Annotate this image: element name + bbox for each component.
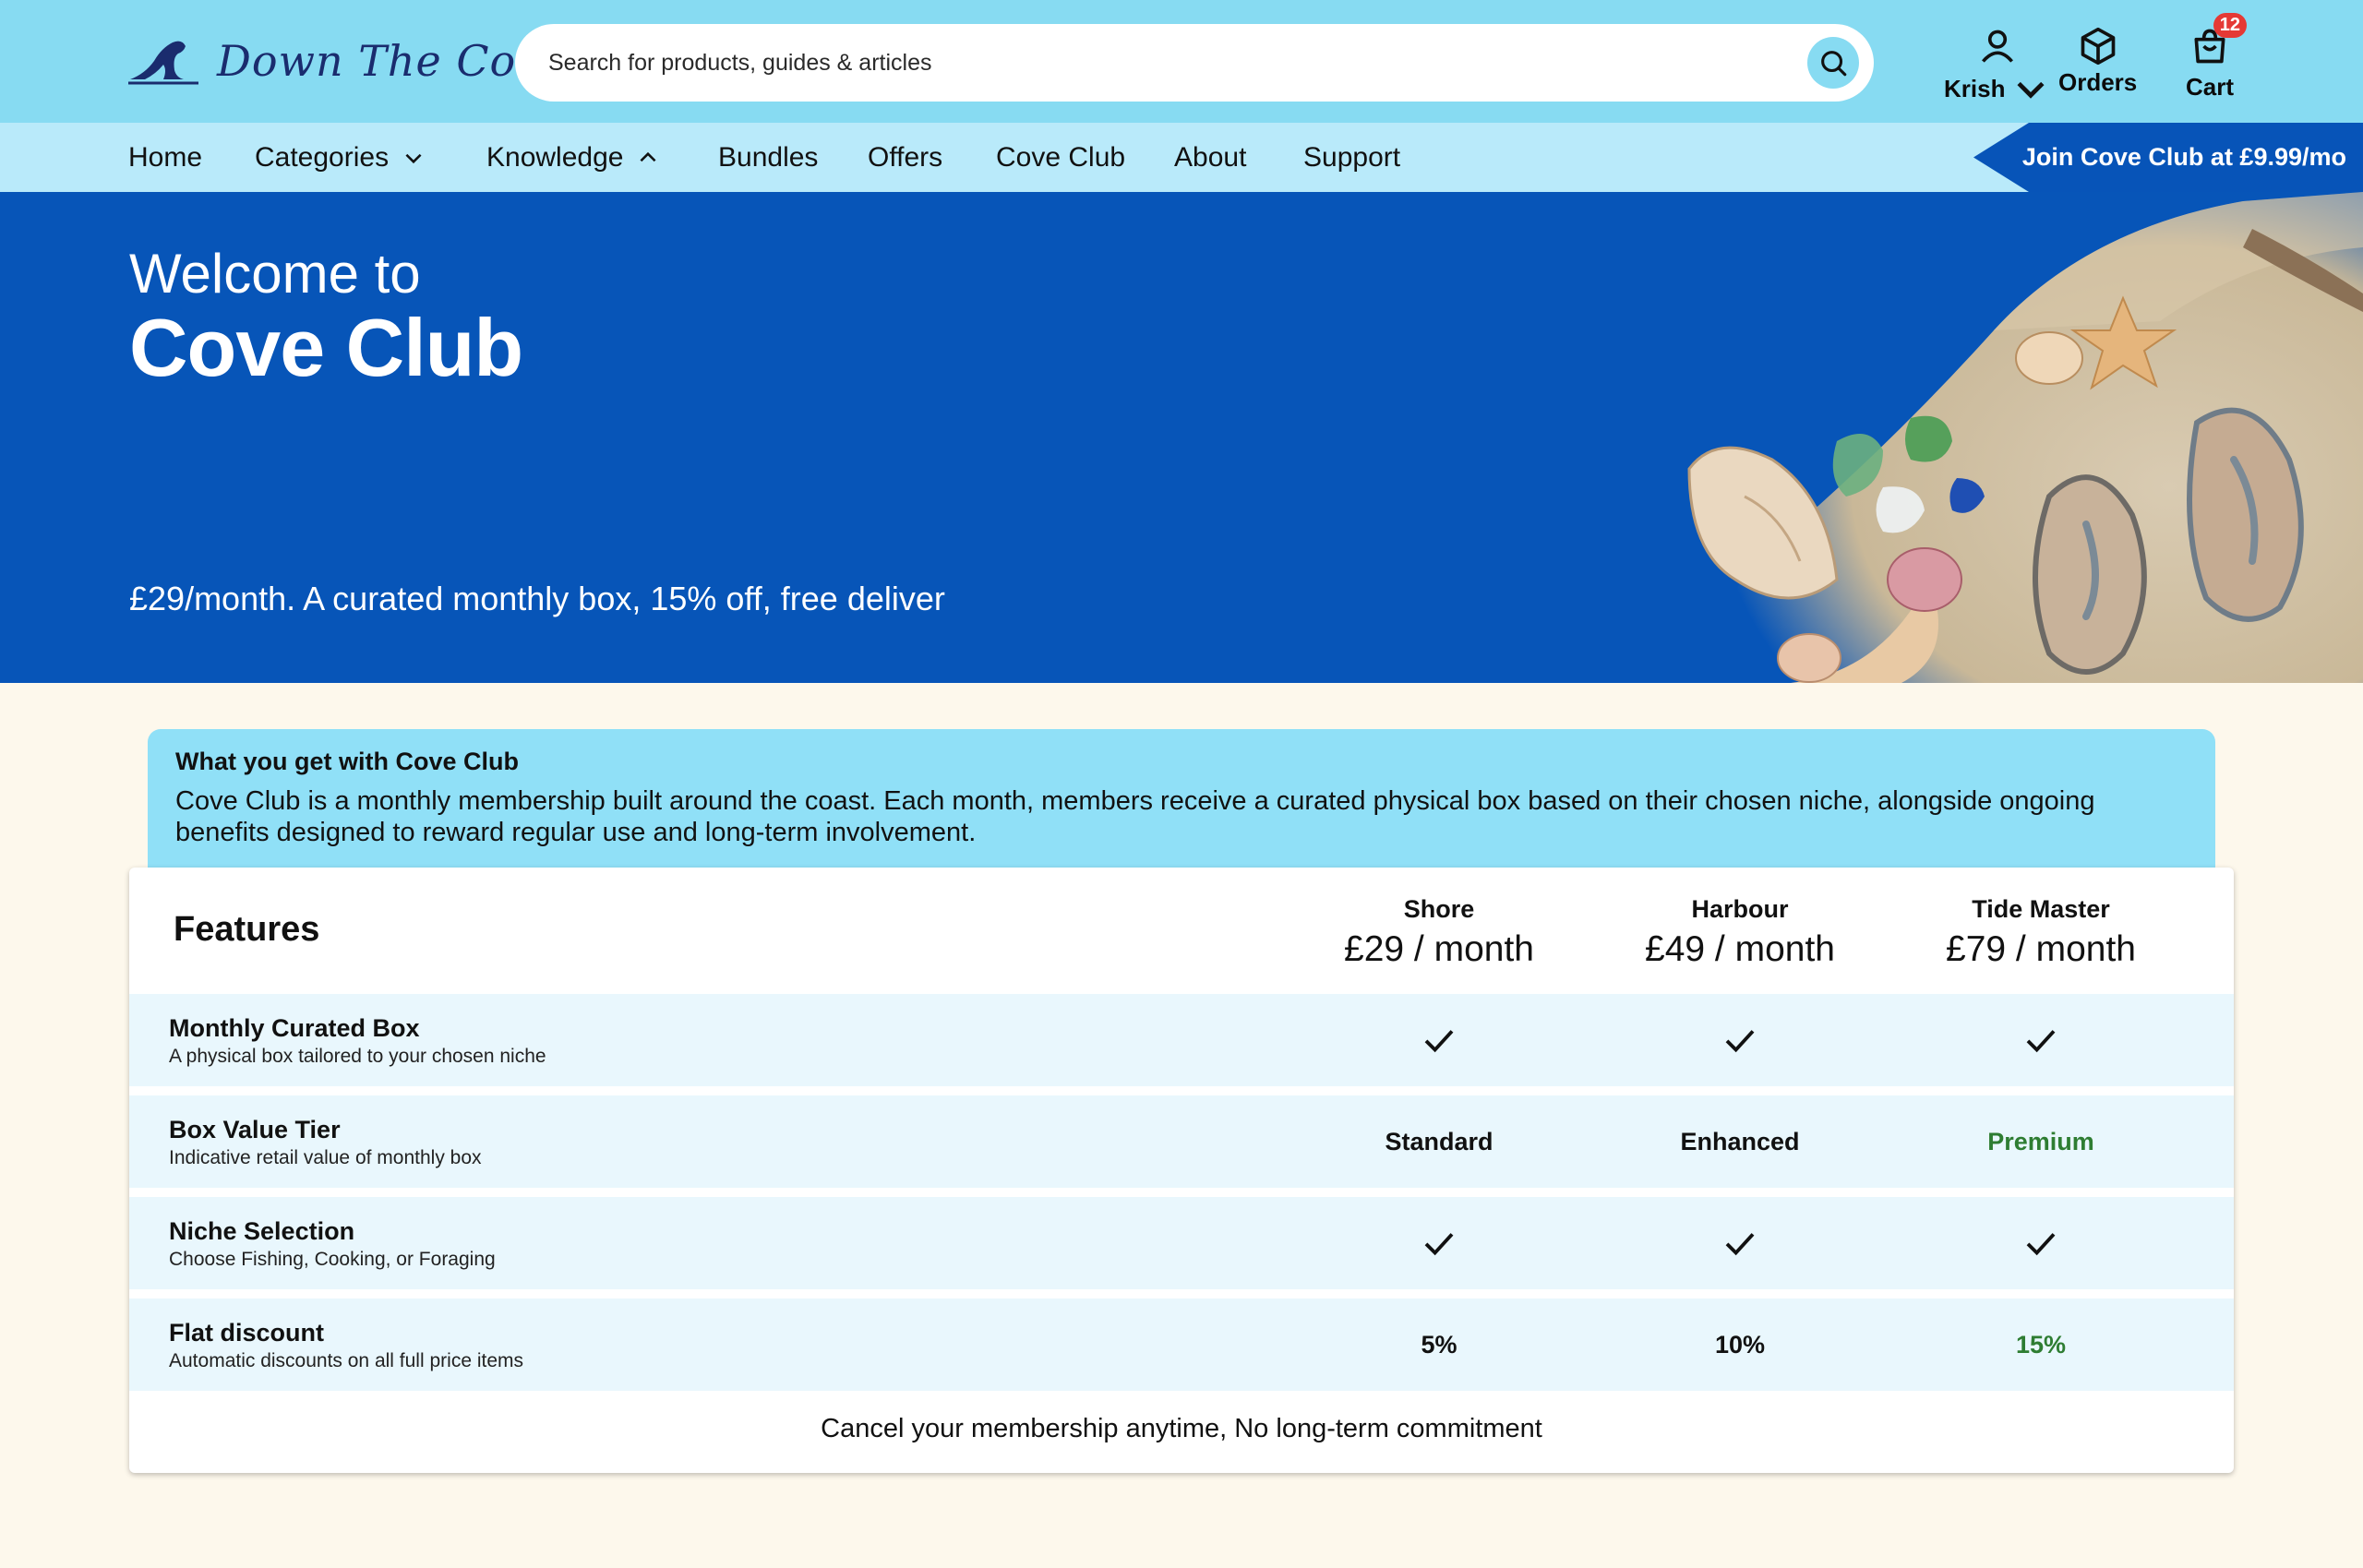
plan-name: Shore bbox=[1403, 895, 1475, 923]
chevron-down-icon bbox=[2017, 81, 2045, 99]
nav-label: About bbox=[1174, 141, 1247, 173]
check-icon bbox=[1893, 994, 2189, 1086]
account-menu[interactable]: Krish bbox=[1944, 26, 2051, 109]
plan-price: £49 / month bbox=[1645, 929, 1835, 969]
cart-count-badge: 12 bbox=[2213, 13, 2247, 38]
plan-tide-master[interactable]: Tide Master £79 / month bbox=[1893, 895, 2189, 970]
nav-label: Categories bbox=[255, 141, 390, 173]
nav-label: Bundles bbox=[718, 141, 819, 173]
nav-item-home[interactable]: Home bbox=[128, 123, 202, 192]
features-heading: Features bbox=[174, 910, 320, 949]
cart-label: Cart bbox=[2186, 73, 2235, 101]
nav-item-support[interactable]: Support bbox=[1303, 123, 1400, 192]
cancel-note: Cancel your membership anytime, No long-… bbox=[821, 1414, 1542, 1443]
feature-description: Choose Fishing, Cooking, or Foraging bbox=[169, 1249, 496, 1270]
nav-item-cove-club[interactable]: Cove Club bbox=[996, 123, 1125, 192]
plan-name: Tide Master bbox=[1972, 895, 2110, 923]
search-icon bbox=[1821, 51, 1847, 77]
check-icon bbox=[1592, 1197, 1888, 1289]
nav-item-categories[interactable]: Categories bbox=[255, 123, 426, 192]
join-club-banner[interactable]: Join Cove Club at £9.99/mo bbox=[1973, 123, 2363, 192]
seal-logo-icon bbox=[128, 41, 198, 85]
nav-label: Support bbox=[1303, 141, 1401, 173]
hero-subtitle: £29/month. A curated monthly box, 15% of… bbox=[129, 580, 945, 617]
feature-description: Indicative retail value of monthly box bbox=[169, 1147, 482, 1168]
tier-value: Standard bbox=[1385, 1127, 1493, 1155]
info-title: What you get with Cove Club bbox=[175, 748, 519, 775]
tier-value: Premium bbox=[1987, 1127, 2094, 1155]
check-icon bbox=[1893, 1197, 2189, 1289]
orders-link[interactable]: Orders bbox=[2058, 26, 2137, 97]
search-input[interactable]: Search for products, guides & articles bbox=[548, 50, 931, 77]
nav-label: Knowledge bbox=[486, 141, 624, 173]
info-body: Cove Club is a monthly membership built … bbox=[175, 786, 2095, 847]
hero-banner: Welcome to Cove Club £29/month. A curate… bbox=[0, 192, 2363, 683]
tier-value: Enhanced bbox=[1680, 1127, 1800, 1155]
plan-shore[interactable]: Shore £29 / month bbox=[1291, 895, 1587, 970]
feature-description: A physical box tailored to your chosen n… bbox=[169, 1046, 546, 1067]
nav-item-offers[interactable]: Offers bbox=[868, 123, 942, 192]
nav-item-bundles[interactable]: Bundles bbox=[718, 123, 818, 192]
hero-title: Cove Club bbox=[129, 302, 523, 393]
feature-title: Monthly Curated Box bbox=[169, 1014, 420, 1042]
cart-link[interactable]: 12 Cart bbox=[2186, 13, 2247, 102]
discount-value: 15% bbox=[2015, 1330, 2067, 1359]
nav-label: Cove Club bbox=[996, 141, 1126, 173]
nav-label: Offers bbox=[868, 141, 943, 173]
check-icon bbox=[1291, 994, 1587, 1086]
nav-item-knowledge[interactable]: Knowledge bbox=[486, 123, 660, 192]
chevron-up-icon bbox=[640, 151, 656, 162]
feature-title: Niche Selection bbox=[169, 1217, 355, 1245]
beach-shells-image bbox=[1687, 192, 2363, 683]
brand-logo[interactable]: Down The Cove bbox=[126, 28, 567, 94]
user-icon bbox=[1982, 30, 2014, 63]
plan-name: Harbour bbox=[1691, 895, 1789, 923]
discount-value: 10% bbox=[1714, 1330, 1766, 1359]
plan-harbour[interactable]: Harbour £49 / month bbox=[1592, 895, 1888, 970]
table-header: Features Shore £29 / month Harbour £49 /… bbox=[129, 868, 2234, 993]
table-row: Niche Selection Choose Fishing, Cooking,… bbox=[129, 1197, 2234, 1289]
plan-price: £79 / month bbox=[1946, 929, 2136, 969]
table-row: Box Value Tier Indicative retail value o… bbox=[129, 1095, 2234, 1188]
search-button[interactable] bbox=[1807, 37, 1859, 89]
feature-description: Automatic discounts on all full price it… bbox=[169, 1350, 523, 1371]
plan-price: £29 / month bbox=[1344, 929, 1534, 969]
table-row: Monthly Curated Box A physical box tailo… bbox=[129, 994, 2234, 1086]
orders-label: Orders bbox=[2058, 68, 2138, 96]
nav-label: Home bbox=[128, 141, 203, 173]
hero-pretitle: Welcome to bbox=[129, 243, 421, 305]
join-club-label: Join Cove Club at £9.99/mo bbox=[2021, 143, 2346, 171]
feature-title: Flat discount bbox=[169, 1319, 324, 1347]
plans-comparison-table: Features Shore £29 / month Harbour £49 /… bbox=[129, 868, 2234, 1473]
top-header: Down The Cove Search for products, guide… bbox=[0, 0, 2363, 123]
club-info-panel: What you get with Cove Club Cove Club is… bbox=[148, 729, 2215, 868]
chevron-down-icon bbox=[405, 153, 422, 163]
nav-item-about[interactable]: About bbox=[1174, 123, 1246, 192]
feature-title: Box Value Tier bbox=[169, 1116, 341, 1143]
box-icon bbox=[2081, 27, 2115, 66]
account-label: Krish bbox=[1944, 74, 2006, 102]
discount-value: 5% bbox=[1421, 1330, 1457, 1359]
check-icon bbox=[1291, 1197, 1587, 1289]
search-bar[interactable]: Search for products, guides & articles bbox=[515, 24, 1874, 102]
table-row: Flat discount Automatic discounts on all… bbox=[129, 1299, 2234, 1391]
check-icon bbox=[1592, 994, 1888, 1086]
